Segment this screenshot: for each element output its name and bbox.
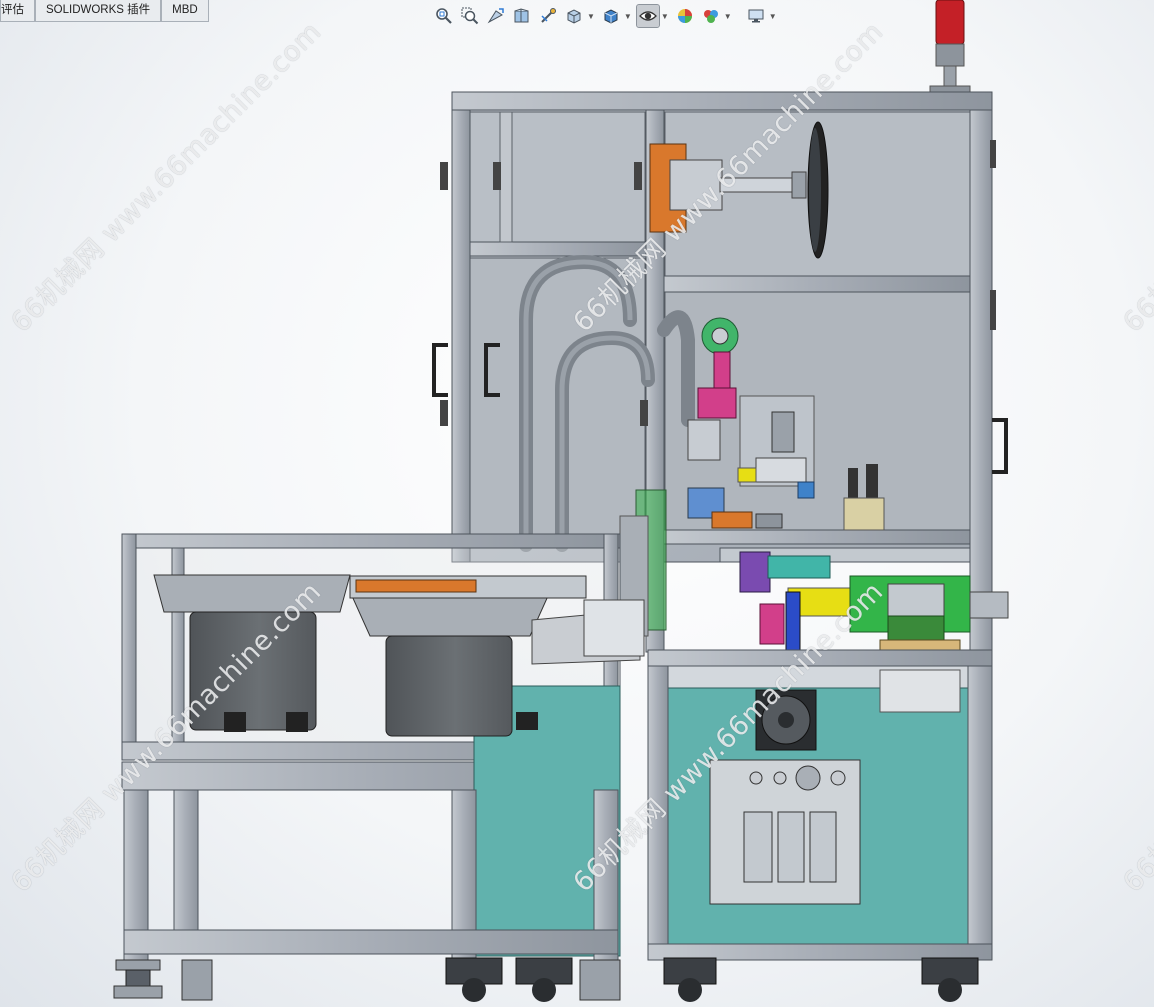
tab-solidworks-addins[interactable]: SOLIDWORKS 插件 [35, 0, 162, 22]
section-view-icon[interactable] [511, 5, 533, 27]
tab-mbd[interactable]: MBD [161, 0, 209, 22]
zoom-to-area-icon[interactable] [459, 5, 481, 27]
apply-scene-icon[interactable] [700, 5, 722, 27]
tower-light [929, 0, 971, 95]
dynamic-annotation-icon[interactable] [537, 5, 559, 27]
lower-cabinet [647, 649, 993, 961]
chevron-down-icon[interactable]: ▼ [624, 12, 632, 21]
hide-show-items-icon[interactable] [635, 4, 660, 28]
view-settings-icon[interactable] [745, 5, 767, 27]
chevron-down-icon[interactable]: ▼ [661, 12, 669, 21]
command-tabs: 评估 SOLIDWORKS 插件 MBD [0, 0, 209, 22]
heads-up-view-toolbar: ▼ ▼ ▼ ▼ ▼ [433, 3, 782, 29]
view-orientation-icon[interactable] [563, 5, 585, 27]
edit-appearance-icon[interactable] [674, 5, 696, 27]
previous-view-icon[interactable] [485, 5, 507, 27]
chevron-down-icon[interactable]: ▼ [587, 12, 595, 21]
zoom-to-fit-icon[interactable] [433, 5, 455, 27]
chevron-down-icon[interactable]: ▼ [769, 12, 777, 21]
casters [445, 957, 979, 1002]
tab-evaluate[interactable]: 评估 [0, 0, 35, 22]
chevron-down-icon[interactable]: ▼ [724, 12, 732, 21]
display-style-icon[interactable] [600, 5, 622, 27]
